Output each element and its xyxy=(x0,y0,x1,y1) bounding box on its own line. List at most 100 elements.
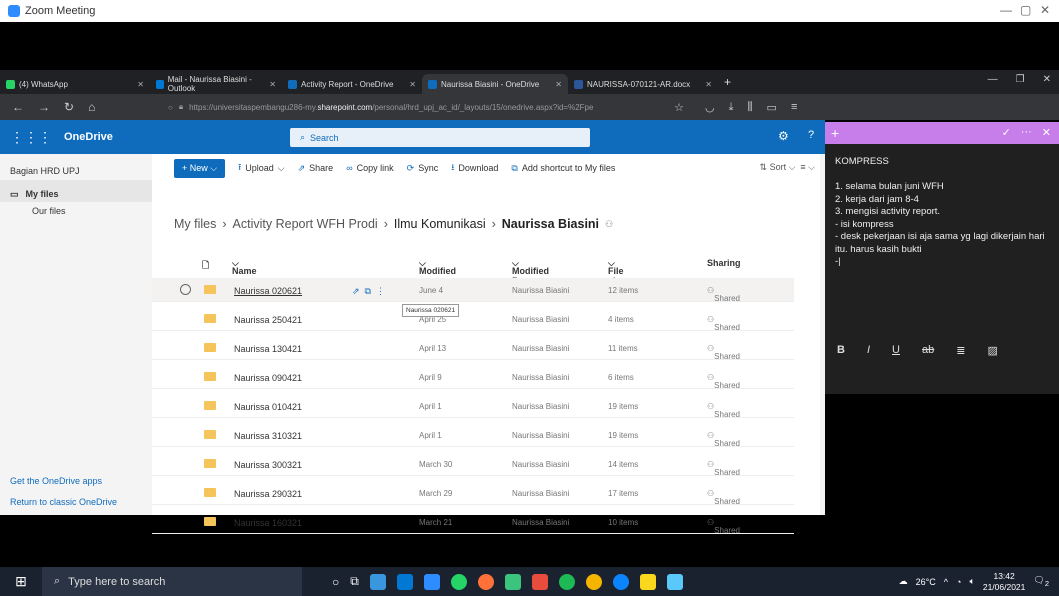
file-name[interactable]: Naurissa 160321 xyxy=(234,518,302,528)
table-row[interactable]: Naurissa 020621 ⇗ ⧉ ⋮ June 4 Naurissa Biasi… xyxy=(152,278,794,303)
share-icon[interactable]: ⇗ ⧉ ⋮ xyxy=(352,286,385,297)
note-text[interactable]: KOMPRESS 1. selama bulan juni WFH 2. ker… xyxy=(825,144,1059,281)
column-modified-by[interactable]: Modified By ⌵ xyxy=(512,258,549,286)
file-name[interactable]: Naurissa 310321 xyxy=(234,431,302,441)
file-name[interactable]: Naurissa 290321 xyxy=(234,489,302,499)
table-row[interactable]: Naurissa 290321 March 29 Naurissa Biasini 1… xyxy=(152,481,794,506)
mail-icon[interactable] xyxy=(396,573,413,590)
file-name[interactable]: Naurissa 250421 xyxy=(234,315,302,325)
notification-icon[interactable]: 🗨︎2 xyxy=(1033,575,1049,588)
close-tab-icon[interactable]: ✕ xyxy=(409,80,416,89)
breadcrumb-item[interactable]: Activity Report WFH Prodi xyxy=(233,217,378,231)
column-file-size[interactable]: File size ⌵ xyxy=(608,258,625,286)
bookmark-star-icon[interactable]: ☆ xyxy=(674,101,684,114)
sync-button[interactable]: ⟳ Sync xyxy=(407,163,439,174)
minimize-icon[interactable]: — xyxy=(988,74,998,85)
download-button[interactable]: ⭳ Download xyxy=(451,160,498,176)
breadcrumb-item[interactable]: Ilmu Komunikasi xyxy=(394,217,486,231)
restore-icon[interactable]: ❐ xyxy=(1016,74,1025,85)
file-name[interactable]: Naurissa 020621 xyxy=(234,286,302,296)
breadcrumb-item[interactable]: My files xyxy=(174,217,216,231)
tab-whatsapp[interactable]: (4) WhatsApp ✕ xyxy=(0,74,150,94)
url-field[interactable]: ○ 🔒︎ https://universitaspembangu286-my.sh… xyxy=(160,97,690,117)
copy-link-button[interactable]: ∞ Copy link xyxy=(346,163,393,173)
check-icon[interactable]: ✓ xyxy=(1002,126,1011,139)
close-icon[interactable]: ✕ xyxy=(1042,126,1051,139)
close-icon[interactable]: ✕ xyxy=(1043,74,1051,85)
pocket-icon[interactable]: ◡ xyxy=(705,101,715,114)
spotify-icon[interactable] xyxy=(558,573,575,590)
wifi-icon[interactable]: ◔ xyxy=(956,577,961,587)
office-icon[interactable] xyxy=(531,573,548,590)
tab-outlook[interactable]: Mail - Naurissa Biasini - Outlook ✕ xyxy=(150,74,282,94)
chevron-up-icon[interactable]: ^ xyxy=(944,577,948,587)
firefox-icon[interactable] xyxy=(477,573,494,590)
table-row[interactable]: Naurissa 300321 March 30 Naurissa Biasini 1… xyxy=(152,452,794,477)
help-icon[interactable]: ? xyxy=(808,129,814,141)
reload-icon[interactable]: ↻ xyxy=(64,100,74,114)
close-tab-icon[interactable]: ✕ xyxy=(269,80,276,89)
get-apps-link[interactable]: Get the OneDrive apps xyxy=(10,476,102,486)
close-tab-icon[interactable]: ✕ xyxy=(555,80,562,89)
zoom-icon[interactable] xyxy=(423,573,440,590)
table-row[interactable]: Naurissa 010421 April 1 Naurissa Biasini 19… xyxy=(152,394,794,419)
more-icon[interactable]: ··· xyxy=(1021,126,1032,139)
home-icon[interactable]: ⌂ xyxy=(88,100,95,114)
table-row[interactable]: Naurissa 250421 April 25 Naurissa Biasini 4… xyxy=(152,307,794,332)
taskbar-search[interactable]: ⌕ Type here to search xyxy=(42,567,302,596)
tab-activity-report[interactable]: Activity Report - OneDrive ✕ xyxy=(282,74,422,94)
cortana-icon[interactable]: ○ xyxy=(332,575,339,589)
chrome-icon[interactable] xyxy=(585,573,602,590)
file-name[interactable]: Naurissa 010421 xyxy=(234,402,302,412)
download-icon[interactable]: ⤓ xyxy=(729,101,734,114)
tab-docx[interactable]: NAURISSA-070121-AR.docx ✕ xyxy=(568,74,718,94)
table-row[interactable]: Naurissa 130421 April 13 Naurissa Biasini 1… xyxy=(152,336,794,361)
table-row[interactable]: Naurissa 160321 March 21 Naurissa Biasini 1… xyxy=(152,510,794,535)
app-icon[interactable] xyxy=(666,573,683,590)
windows-start-icon[interactable]: ⊞ xyxy=(0,573,42,590)
app-launcher-icon[interactable]: ⋮⋮⋮ xyxy=(10,129,52,146)
edge-icon[interactable] xyxy=(612,573,629,590)
sidebar-item-my-files[interactable]: ▭ My files xyxy=(0,180,152,202)
search-input[interactable]: ⌕ Search xyxy=(290,128,590,147)
clock[interactable]: 13:42 21/06/2021 xyxy=(983,571,1026,593)
return-classic-link[interactable]: Return to classic OneDrive xyxy=(10,497,117,507)
italic-icon[interactable]: I xyxy=(867,344,870,356)
file-name[interactable]: Naurissa 130421 xyxy=(234,344,302,354)
restore-icon[interactable]: ▢ xyxy=(1020,3,1031,17)
bold-icon[interactable]: B xyxy=(837,344,845,356)
temperature[interactable]: 26°C xyxy=(916,577,936,587)
table-row[interactable]: Naurissa 090421 April 9 Naurissa Biasini 6 … xyxy=(152,365,794,390)
list-icon[interactable]: ≣ xyxy=(956,344,965,357)
forward-icon[interactable]: → xyxy=(38,100,50,114)
sidebar-item-our-files[interactable]: Our files xyxy=(0,202,152,220)
column-modified[interactable]: Modified ⌵ xyxy=(419,258,456,276)
new-button[interactable]: + New ⌵ xyxy=(174,158,226,178)
back-icon[interactable]: ← xyxy=(12,100,24,114)
line-icon[interactable] xyxy=(504,573,521,590)
underline-icon[interactable]: U xyxy=(892,344,900,356)
onedrive-brand[interactable]: OneDrive xyxy=(64,131,113,143)
tab-naurissa-onedrive[interactable]: Naurissa Biasini - OneDrive ✕ xyxy=(422,74,568,94)
column-sharing[interactable]: Sharing xyxy=(707,258,741,268)
share-button[interactable]: ⇗ Share xyxy=(298,163,334,174)
volume-icon[interactable]: 🔈︎ xyxy=(969,576,974,587)
minimize-icon[interactable]: — xyxy=(1000,3,1012,17)
file-name[interactable]: Naurissa 090421 xyxy=(234,373,302,383)
sort-button[interactable]: ⇅ Sort ⌵ ≡ ⌵ xyxy=(760,162,815,173)
new-tab-icon[interactable]: + xyxy=(724,75,731,89)
select-checkbox[interactable] xyxy=(180,284,191,295)
task-view-icon[interactable]: ⧉ xyxy=(350,574,359,589)
file-name[interactable]: Naurissa 300321 xyxy=(234,460,302,470)
table-row[interactable]: Naurissa 310321 April 1 Naurissa Biasini 19… xyxy=(152,423,794,448)
close-tab-icon[interactable]: ✕ xyxy=(705,80,712,89)
gear-icon[interactable]: ⚙ xyxy=(778,129,789,143)
whatsapp-icon[interactable] xyxy=(450,573,467,590)
menu-icon[interactable]: ≡ xyxy=(791,101,797,114)
close-icon[interactable]: ✕ xyxy=(1040,3,1050,17)
store-icon[interactable] xyxy=(369,573,386,590)
column-name[interactable]: Name ⌵ xyxy=(232,258,257,276)
strikethrough-icon[interactable]: ab xyxy=(922,344,934,356)
sidebar-icon[interactable]: ▭ xyxy=(767,101,777,114)
weather-icon[interactable]: ☁ xyxy=(899,576,908,587)
